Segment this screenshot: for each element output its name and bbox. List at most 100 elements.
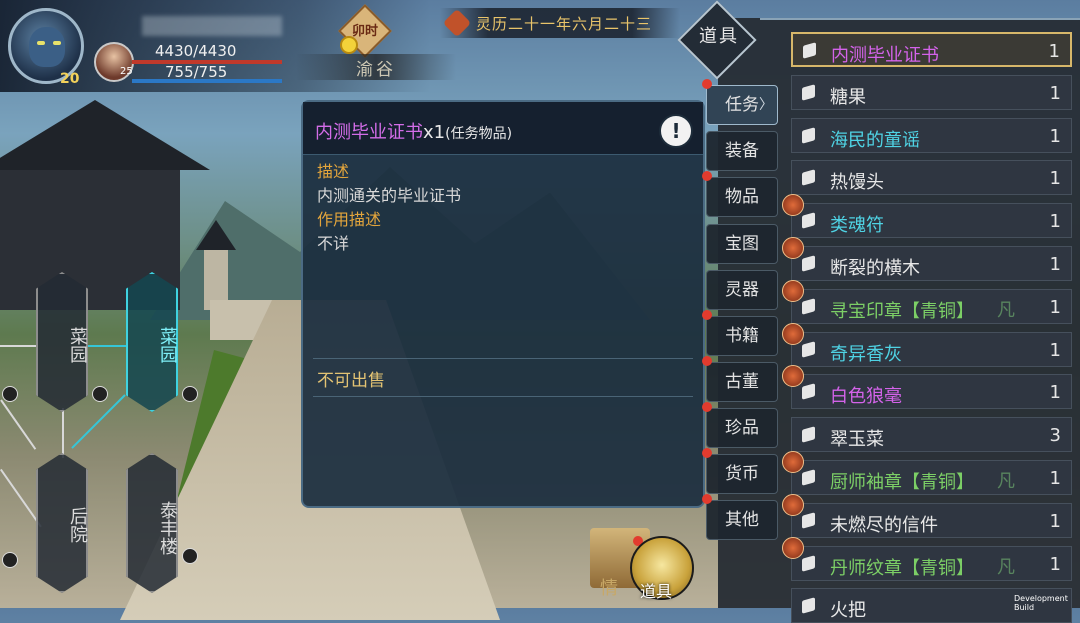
tab-9[interactable]: 其他 <box>706 500 778 540</box>
notification-dot <box>702 356 712 366</box>
item-qty: 1 <box>1048 41 1060 62</box>
inventory-item[interactable]: 类魂符 1 <box>782 194 1072 238</box>
inventory-item[interactable]: 白色狼毫 1 <box>782 365 1072 409</box>
info-icon[interactable]: ! <box>659 114 693 148</box>
tab-label: 书籍 <box>725 326 759 346</box>
item-box-icon <box>802 298 815 315</box>
tab-0[interactable]: 任务〉 <box>706 85 778 125</box>
map-link <box>62 408 64 458</box>
item-qty: 1 <box>1049 340 1061 361</box>
notification-dot <box>702 494 712 504</box>
tab-5[interactable]: 书籍 <box>706 316 778 356</box>
item-name: 丹师纹章【青铜】 <box>830 558 974 579</box>
notification-dot <box>702 448 712 458</box>
portrait-face <box>29 27 65 67</box>
inventory-item[interactable]: 热馒头 1 <box>791 160 1072 195</box>
item-name: 海民的童谣 <box>830 130 920 151</box>
popup-divider <box>313 396 693 397</box>
tab-label: 宝图 <box>725 234 759 254</box>
item-qty: 1 <box>1049 511 1061 532</box>
item-qty: 1 <box>1049 126 1061 147</box>
item-box-icon <box>802 84 815 101</box>
tab-4[interactable]: 灵器 <box>706 270 778 310</box>
item-qty: 1 <box>1049 211 1061 232</box>
item-rank: 凡 <box>997 557 1015 578</box>
usage-heading: 作用描述 <box>317 210 382 229</box>
map-link <box>0 399 37 450</box>
usage-text: 不详 <box>317 234 350 253</box>
tab-label: 其他 <box>725 510 759 530</box>
portrait-eye <box>37 41 45 45</box>
tab-label: 珍品 <box>725 418 759 438</box>
inventory-item[interactable]: 丹师纹章【青铜】 凡 1 <box>782 537 1072 581</box>
popup-item-qty: x1 <box>423 122 446 143</box>
tab-label: 货币 <box>725 464 759 484</box>
inventory-item[interactable]: 奇异香灰 1 <box>782 323 1072 367</box>
item-name: 翠玉菜 <box>830 429 884 450</box>
item-qty: 1 <box>1049 468 1061 489</box>
tab-label: 物品 <box>725 187 759 207</box>
tab-2[interactable]: 物品 <box>706 177 778 217</box>
item-qty: 1 <box>1049 254 1061 275</box>
item-name: 糖果 <box>830 87 866 108</box>
item-name: 白色狼毫 <box>830 386 902 407</box>
item-name: 火把 <box>830 600 866 621</box>
map-link <box>88 345 128 347</box>
inventory-item[interactable]: 断裂的横木 1 <box>782 237 1072 281</box>
item-qty: 1 <box>1049 554 1061 575</box>
item-badge-icon <box>782 237 804 259</box>
inventory-item[interactable]: 寻宝印章【青铜】 凡 1 <box>782 280 1072 324</box>
inventory-item[interactable]: 内测毕业证书 1 <box>791 32 1072 67</box>
inventory-item[interactable]: 糖果 1 <box>791 75 1072 110</box>
item-badge-icon <box>782 451 804 473</box>
item-box-icon <box>803 42 816 59</box>
description-heading: 描述 <box>317 162 350 181</box>
item-badge-icon <box>782 323 804 345</box>
notification-dot <box>702 310 712 320</box>
popup-item-name: 内测毕业证书 <box>315 122 423 143</box>
player-level: 20 <box>60 71 80 87</box>
item-box-icon <box>802 255 815 272</box>
item-box-icon <box>802 426 815 443</box>
map-node-label: 后院 <box>67 507 88 543</box>
node-status-icon <box>182 548 198 564</box>
item-qty: 1 <box>1049 83 1061 104</box>
inventory-item[interactable]: 未燃尽的信件 1 <box>782 494 1072 538</box>
item-box-icon <box>802 383 815 400</box>
item-name: 奇异香灰 <box>830 344 902 365</box>
item-name: 未燃尽的信件 <box>830 515 938 536</box>
bag-label: 道具 <box>640 582 673 601</box>
item-qty: 1 <box>1049 168 1061 189</box>
inventory-header-line <box>760 18 1080 20</box>
inventory-item[interactable]: 翠玉菜 3 <box>791 417 1072 452</box>
player-name-blurred <box>142 16 282 36</box>
map-link <box>0 345 38 347</box>
item-name: 寻宝印章【青铜】 <box>830 301 974 322</box>
sell-status: 不可出售 <box>317 371 385 391</box>
tab-label: 装备 <box>725 141 759 161</box>
inventory-item[interactable]: 厨师袖章【青铜】 凡 1 <box>782 451 1072 495</box>
tab-7[interactable]: 珍品 <box>706 408 778 448</box>
node-status-icon <box>2 552 18 568</box>
item-name: 类魂符 <box>830 215 884 236</box>
tab-label: 古董 <box>725 372 759 392</box>
item-detail-popup: 内测毕业证书x1(任务物品) ! 描述 内测通关的毕业证书 作用描述 不详 不可… <box>301 100 705 508</box>
intel-label: 情 <box>600 578 618 599</box>
notification-dot <box>702 402 712 412</box>
item-badge-icon <box>782 365 804 387</box>
popup-item-title: 内测毕业证书x1(任务物品) <box>315 118 512 144</box>
item-box-icon <box>802 469 815 486</box>
tab-3[interactable]: 宝图 <box>706 224 778 264</box>
tab-6[interactable]: 古董 <box>706 362 778 402</box>
sun-icon <box>340 36 358 54</box>
notification-dot <box>702 171 712 181</box>
item-box-icon <box>802 597 815 614</box>
popup-item-type: (任务物品) <box>445 126 513 142</box>
item-qty: 3 <box>1049 425 1061 446</box>
tab-1[interactable]: 装备 <box>706 131 778 171</box>
tab-8[interactable]: 货币 <box>706 454 778 494</box>
item-rank: 凡 <box>997 471 1015 492</box>
node-status-icon <box>92 386 108 402</box>
temple-roof <box>0 100 210 170</box>
inventory-item[interactable]: 海民的童谣 1 <box>791 118 1072 153</box>
